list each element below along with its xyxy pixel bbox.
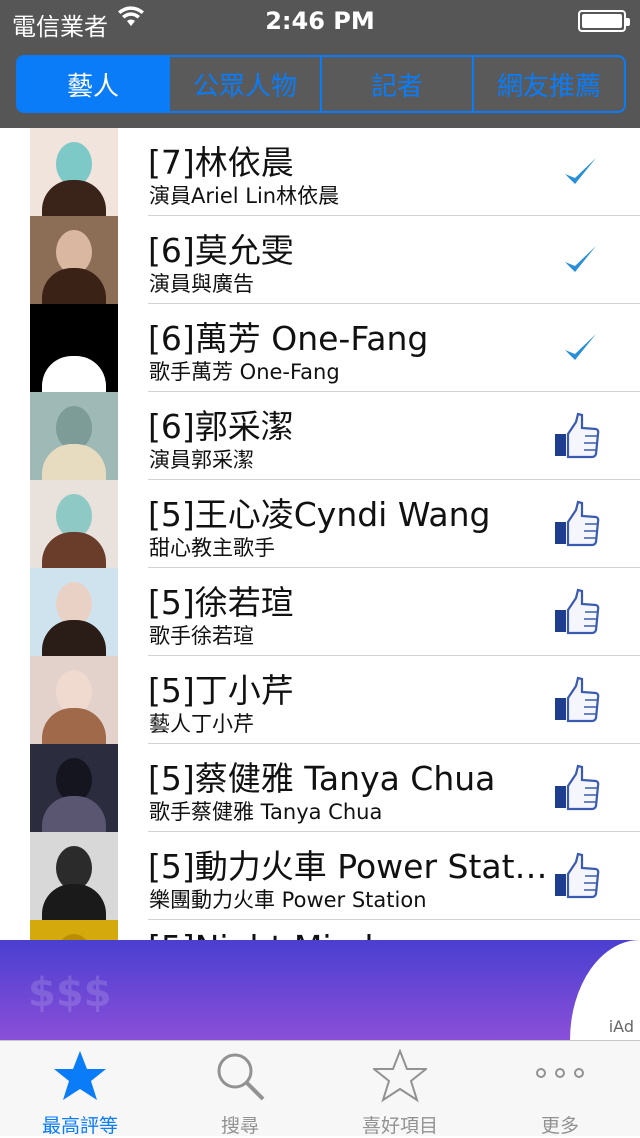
status-bar: 電信業者 2:46 PM — [0, 0, 640, 41]
item-title: [5]王心凌Cyndi Wang — [148, 495, 491, 534]
checkmark-icon[interactable] — [562, 330, 598, 366]
item-subtitle: 藝人丁小芹 — [149, 712, 254, 736]
iad-banner[interactable]: $$$ iAd — [0, 940, 640, 1040]
tab-0[interactable]: 最高評等 — [0, 1041, 160, 1137]
list-item[interactable]: [6]莫允雯 演員與廣告 — [0, 216, 640, 304]
list-item[interactable]: [5]動力火車 Power Station 樂團動力火車 Power Statio… — [0, 832, 640, 920]
avatar-body — [42, 796, 106, 832]
list-item[interactable]: [6]萬芳 One-Fang 歌手萬芳 One-Fang — [0, 304, 640, 392]
thumbs-up-icon[interactable] — [552, 588, 600, 636]
ad-dollar-graphic: $$$ — [28, 970, 112, 1016]
segment-bar: 藝人 公眾人物 記者 網友推薦 — [0, 40, 640, 128]
celebrity-list[interactable]: [7]林依晨 演員Ariel Lin林依晨 [6]莫允雯 演員與廣告 [6]萬芳 One… — [0, 128, 640, 948]
tab-label: 最高評等 — [41, 1115, 118, 1137]
tab-3[interactable]: 更多 — [480, 1041, 640, 1137]
avatar — [30, 304, 118, 392]
avatar — [30, 656, 118, 744]
segment-0[interactable]: 藝人 — [18, 57, 168, 111]
battery-icon — [578, 10, 630, 32]
item-title: [5]徐若瑄 — [148, 583, 294, 622]
thumbs-up-icon[interactable] — [552, 500, 600, 548]
item-title: [5]動力火車 Power Station — [148, 847, 548, 886]
item-subtitle: 甜心教主歌手 — [149, 536, 275, 560]
tab-label: 更多 — [540, 1115, 579, 1137]
avatar-body — [42, 356, 106, 392]
segment-3[interactable]: 網友推薦 — [472, 57, 624, 111]
avatar — [30, 216, 118, 304]
segment-1[interactable]: 公眾人物 — [168, 57, 320, 111]
avatar-body — [42, 180, 106, 216]
tab-bar: 最高評等 搜尋 喜好項目 更多 — [0, 1040, 640, 1137]
avatar-body — [42, 532, 106, 568]
item-title: [5]丁小芹 — [148, 671, 294, 710]
item-subtitle: 歌手蔡健雅 Tanya Chua — [149, 800, 383, 824]
avatar-body — [42, 884, 106, 920]
list-item[interactable]: [7]林依晨 演員Ariel Lin林依晨 — [0, 128, 640, 216]
avatar — [30, 392, 118, 480]
tab-label: 喜好項目 — [361, 1115, 438, 1137]
item-subtitle: 歌手萬芳 One-Fang — [149, 360, 340, 384]
item-subtitle: 歌手徐若瑄 — [149, 624, 254, 648]
star-outline-icon — [373, 1049, 427, 1103]
star-filled-icon — [54, 1051, 106, 1100]
tab-label: 搜尋 — [220, 1115, 259, 1137]
avatar — [30, 832, 118, 920]
thumbs-up-icon[interactable] — [552, 764, 600, 812]
item-subtitle: 演員Ariel Lin林依晨 — [149, 184, 340, 208]
tab-2[interactable]: 喜好項目 — [320, 1041, 480, 1137]
more-dots-icon — [536, 1068, 584, 1078]
item-title: [5]蔡健雅 Tanya Chua — [148, 759, 496, 798]
list-item[interactable]: [5]蔡健雅 Tanya Chua 歌手蔡健雅 Tanya Chua — [0, 744, 640, 832]
thumbs-up-icon[interactable] — [552, 852, 600, 900]
avatar — [30, 480, 118, 568]
segment-2[interactable]: 記者 — [320, 57, 472, 111]
avatar-body — [42, 444, 106, 480]
avatar-body — [42, 268, 106, 304]
avatar — [30, 128, 118, 216]
avatar — [30, 568, 118, 656]
list-item[interactable]: [5]王心凌Cyndi Wang 甜心教主歌手 — [0, 480, 640, 568]
item-title: [6]莫允雯 — [148, 231, 294, 270]
list-item[interactable]: [5]徐若瑄 歌手徐若瑄 — [0, 568, 640, 656]
avatar — [30, 744, 118, 832]
search-icon — [217, 1053, 265, 1101]
clock-label: 2:46 PM — [265, 7, 375, 35]
checkmark-icon[interactable] — [562, 154, 598, 190]
item-subtitle: 演員與廣告 — [149, 272, 254, 296]
thumbs-up-icon[interactable] — [552, 676, 600, 724]
item-subtitle: 樂團動力火車 Power Station — [149, 888, 427, 912]
list-item[interactable]: [6]郭采潔 演員郭采潔 — [0, 392, 640, 480]
iad-label: iAd — [608, 1017, 634, 1036]
item-title: [6]郭采潔 — [148, 407, 294, 446]
tab-1[interactable]: 搜尋 — [160, 1041, 320, 1137]
list-item[interactable]: [5]丁小芹 藝人丁小芹 — [0, 656, 640, 744]
thumbs-up-icon[interactable] — [552, 412, 600, 460]
item-title: [7]林依晨 — [148, 143, 294, 182]
item-title: [6]萬芳 One-Fang — [148, 319, 429, 358]
item-subtitle: 演員郭采潔 — [149, 448, 254, 472]
avatar-body — [42, 620, 106, 656]
avatar-body — [42, 708, 106, 744]
checkmark-icon[interactable] — [562, 242, 598, 278]
category-segmented-control: 藝人 公眾人物 記者 網友推薦 — [16, 55, 626, 113]
